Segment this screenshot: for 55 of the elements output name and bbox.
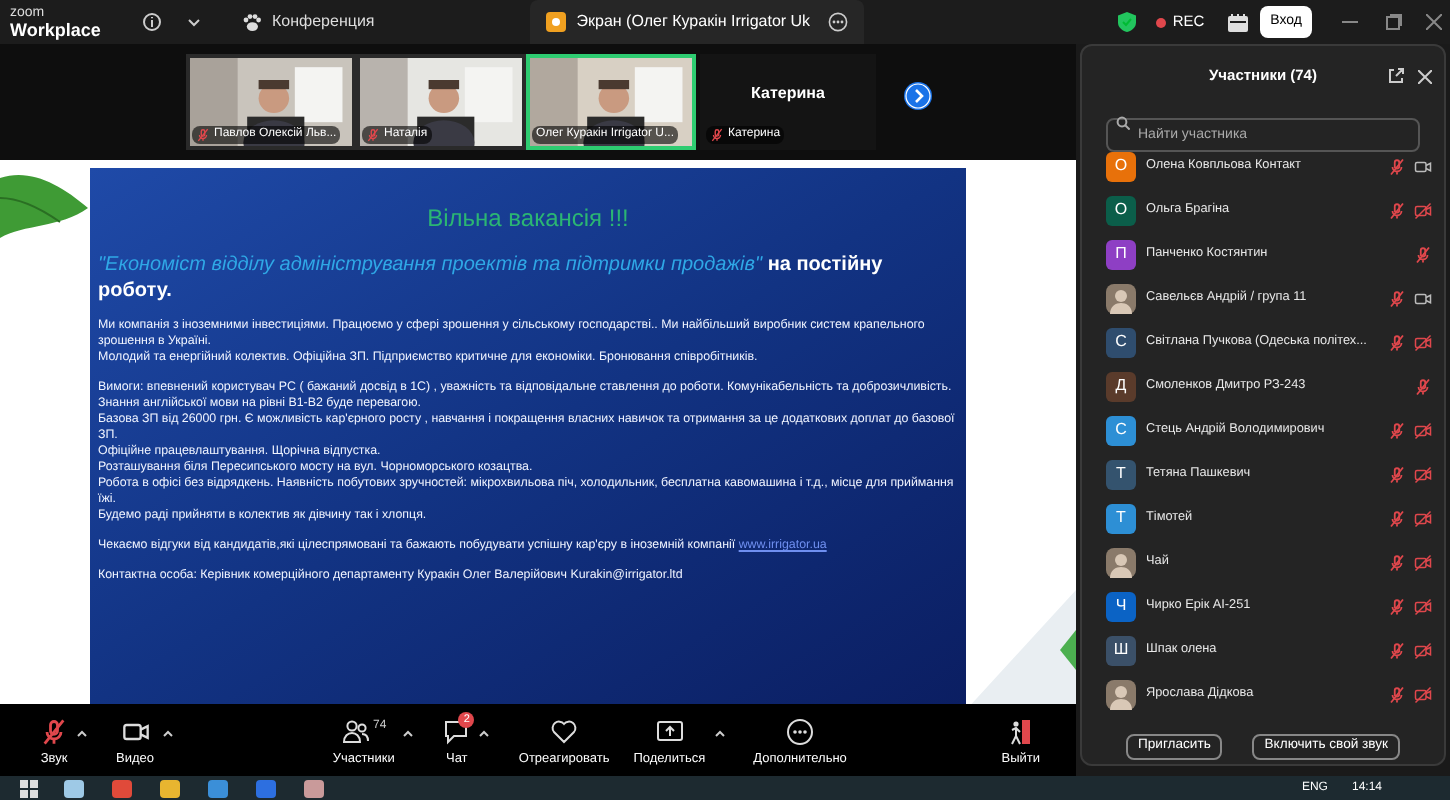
caret-up-icon[interactable] [76,727,88,739]
slide-title: Вільна вакансія !!! [425,204,631,232]
search-icon [1116,116,1130,130]
avatar: О [1106,195,1136,225]
avatar: Ш [1106,635,1136,665]
muted-mic-icon [40,717,68,746]
restore-icon[interactable] [1386,14,1402,30]
app-icon[interactable] [110,778,134,798]
exit-door-icon [1006,717,1035,746]
chevron-down-icon[interactable] [186,14,202,30]
windows-start-icon[interactable] [20,779,38,797]
close-icon[interactable] [1418,69,1432,83]
logo-text: Workplace [10,22,103,38]
people-icon [341,717,370,746]
avatar: Ч [1106,591,1136,621]
muted-mic-icon [366,128,380,142]
share-screen-icon [655,717,684,746]
caret-up-icon[interactable] [402,727,415,739]
app-icon[interactable] [62,778,86,798]
calendar-icon[interactable] [1228,13,1249,31]
caret-up-icon[interactable] [713,727,726,739]
chat-bubble-icon [442,717,471,746]
caret-up-icon[interactable] [162,727,174,739]
more-icon[interactable] [828,12,849,32]
avatar-icon [1106,679,1136,709]
avatar: О [1106,151,1136,181]
more-icon [786,717,815,746]
next-page-icon[interactable] [904,82,932,110]
avatar: П [1106,239,1136,269]
heart-icon [550,717,579,746]
avatar-icon [1106,283,1136,313]
avatar-icon [1106,547,1136,577]
corner-shape-drawing [966,590,1076,710]
tab[interactable]: Конференция [226,0,391,44]
info-icon[interactable] [142,12,162,32]
avatar: Т [1106,503,1136,533]
muted-mic-icon [196,128,210,142]
screen-share-icon [546,12,567,32]
avatar: Т [1106,459,1136,489]
app-icon[interactable] [206,778,230,798]
avatar: С [1106,415,1136,445]
participant-name: Катерина [751,82,825,106]
record-dot-icon [1156,17,1167,27]
pop-out-icon[interactable] [1388,68,1404,84]
avatar: Д [1106,371,1136,401]
avatar: С [1106,327,1136,357]
app-icon[interactable] [302,778,326,798]
close-icon[interactable] [1426,14,1442,30]
tab[interactable]: Экран (Олег Куракін Irrigator Uk [530,0,865,44]
muted-mic-icon [710,128,724,142]
caret-up-icon[interactable] [478,727,491,739]
job-title: "Економіст відділу адміністрування проектів та підтримки продажів" на постійну роботу. [98,252,885,304]
paw-icon [242,13,262,31]
app-icon[interactable] [158,778,182,798]
shield-icon [1118,12,1137,32]
